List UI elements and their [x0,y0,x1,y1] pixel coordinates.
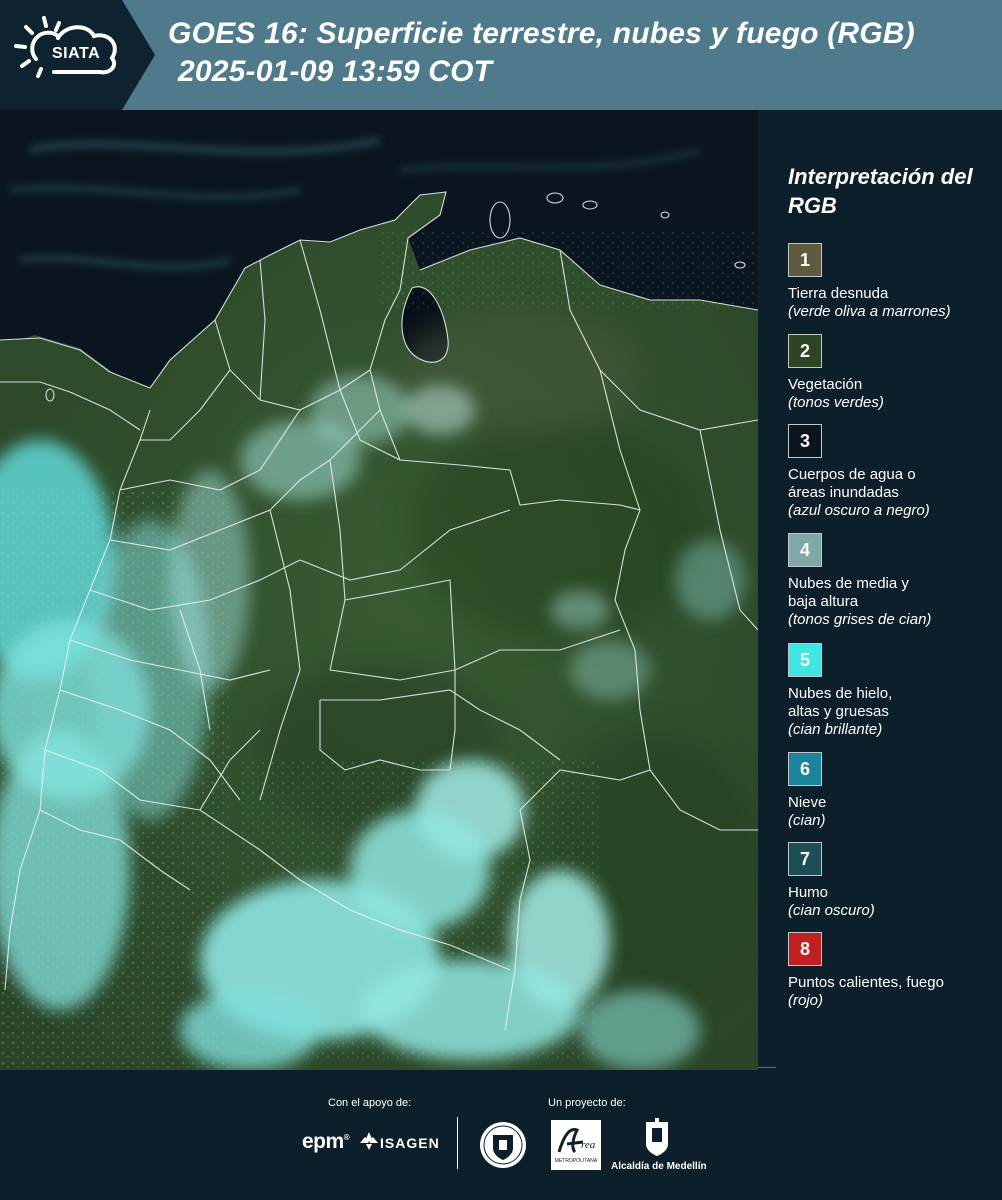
legend-item-smoke: 7 Humo (cian oscuro) [788,842,998,920]
svg-text:METROPOLITANA: METROPOLITANA [555,1158,598,1164]
medellin-crest-icon [646,1118,668,1156]
legend-item-bare-soil: 1 Tierra desnuda (verde oliva a marrones… [788,243,998,321]
map-canvas [0,110,758,1070]
epm-logo[interactable]: epm® [302,1130,350,1154]
page-title: GOES 16: Superficie terrestre, nubes y f… [168,17,915,50]
header: SIATA GOES 16: Superficie terrestre, nub… [0,0,1002,110]
legend-swatch: 8 [788,932,822,966]
legend-item-fire: 8 Puntos calientes, fuego (rojo) [788,932,998,1010]
legend-swatch: 1 [788,243,822,277]
alcaldia-logo-text[interactable]: Alcaldía de Medellín [611,1161,707,1172]
legend-swatch: 7 [788,842,822,876]
legend-item-water: 3 Cuerpos de agua o áreas inundadas (azu… [788,424,998,520]
footer: Con el apoyo de: Un proyecto de: epm® IS… [0,1067,1002,1200]
university-seal-icon[interactable] [478,1120,528,1170]
legend-item-ice-clouds: 5 Nubes de hielo, altas y gruesas (cian … [788,643,998,739]
legend-item-low-clouds: 4 Nubes de media y baja altura (tonos gr… [788,533,998,629]
satellite-map[interactable] [0,110,758,1070]
area-metropolitana-logo[interactable]: rea METROPOLITANA [551,1120,601,1170]
project-label: Un proyecto de: [548,1097,626,1109]
support-label: Con el apoyo de: [328,1097,412,1109]
legend-swatch: 4 [788,533,822,567]
timestamp: 2025-01-09 13:59 COT [178,55,493,88]
legend-swatch: 5 [788,643,822,677]
siata-logo-text: SIATA [52,45,101,62]
svg-text:rea: rea [581,1139,596,1151]
isagen-logo[interactable]: ISAGEN [380,1135,440,1151]
legend-swatch: 6 [788,752,822,786]
siata-logo[interactable]: SIATA [0,0,155,110]
footer-divider [457,1117,458,1169]
legend-swatch: 3 [788,424,822,458]
legend-item-snow: 6 Nieve (cian) [788,752,998,830]
legend-title: Interpretación del RGB [788,164,973,218]
legend-item-vegetation: 2 Vegetación (tonos verdes) [788,334,998,412]
isagen-icon [360,1132,378,1150]
legend-panel: Interpretación del RGB 1 Tierra desnuda … [762,110,1002,1070]
legend-swatch: 2 [788,334,822,368]
